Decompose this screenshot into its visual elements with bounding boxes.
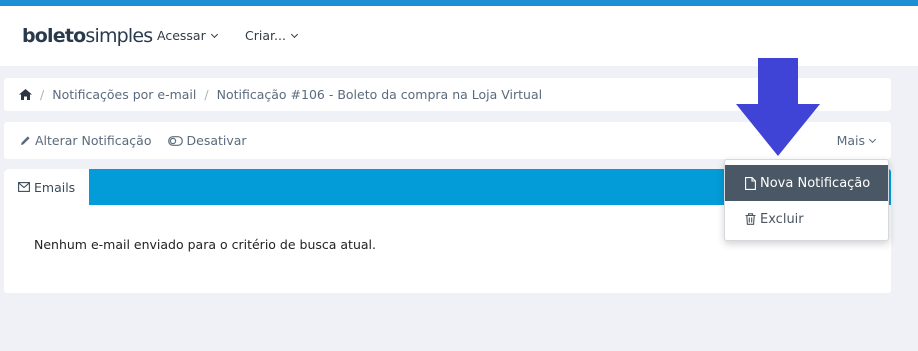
alterar-notificacao-button[interactable]: Alterar Notificação — [20, 133, 152, 148]
breadcrumb-separator: / — [204, 87, 209, 102]
menu-item-excluir[interactable]: Excluir — [725, 201, 888, 237]
desativar-label: Desativar — [186, 133, 247, 148]
nav-criar-label: Criar... — [245, 28, 286, 43]
chevron-down-icon — [210, 30, 218, 39]
desativar-button[interactable]: Desativar — [167, 133, 247, 148]
home-icon[interactable] — [19, 89, 32, 100]
breadcrumb-separator: / — [40, 87, 45, 102]
alterar-label: Alterar Notificação — [35, 133, 152, 148]
toggle-icon — [167, 135, 183, 146]
chevron-down-icon — [290, 30, 298, 39]
logo-bold-text: boleto — [22, 25, 86, 47]
nova-notificacao-label: Nova Notificação — [760, 175, 871, 191]
brand-logo[interactable]: boletosimples — [22, 25, 153, 47]
nav-acessar-menu[interactable]: Acessar — [157, 28, 218, 44]
logo-light-text: simples — [85, 25, 153, 47]
tab-emails[interactable]: Emails — [4, 169, 89, 205]
empty-state-message: Nenhum e-mail enviado para o critério de… — [34, 237, 376, 252]
annotation-arrow-icon — [736, 58, 820, 156]
nav-criar-menu[interactable]: Criar... — [245, 28, 298, 44]
breadcrumb-current: Notificação #106 - Boleto da compra na L… — [216, 87, 543, 102]
file-icon — [745, 176, 756, 190]
trash-icon — [745, 213, 756, 225]
menu-item-nova-notificacao[interactable]: Nova Notificação — [725, 165, 888, 201]
breadcrumb-notificacoes-link[interactable]: Notificações por e-mail — [52, 87, 196, 102]
envelope-icon — [18, 182, 30, 192]
mais-dropdown-menu: Nova Notificação Excluir — [724, 159, 889, 241]
navbar: boletosimples Acessar Criar... — [0, 6, 918, 66]
mais-dropdown-toggle[interactable]: Mais — [836, 133, 877, 148]
tab-emails-label: Emails — [34, 179, 76, 195]
nav-acessar-label: Acessar — [157, 28, 206, 43]
pencil-icon — [20, 135, 31, 146]
chevron-down-icon — [868, 135, 877, 143]
excluir-label: Excluir — [760, 211, 804, 227]
mais-label: Mais — [836, 133, 865, 148]
